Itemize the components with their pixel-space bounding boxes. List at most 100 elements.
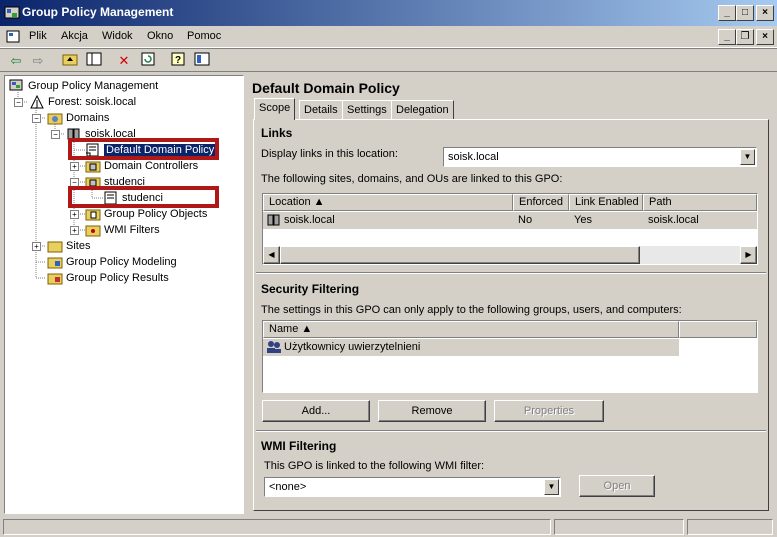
mmc-doc-icon[interactable]	[5, 29, 21, 45]
annotation-highlight	[68, 138, 219, 160]
collapse-toggle[interactable]: −	[51, 130, 60, 139]
tab-settings[interactable]: Settings	[342, 100, 392, 120]
cell-name: Użytkownicy uwierzytelnieni	[284, 341, 421, 353]
cell-path: soisk.local	[648, 214, 699, 226]
list-item[interactable]: Użytkownicy uwierzytelnieni	[263, 339, 679, 356]
expand-toggle[interactable]: +	[70, 162, 79, 171]
tree-item-domain-controllers[interactable]: Domain Controllers	[85, 158, 198, 174]
expand-toggle[interactable]: +	[70, 210, 79, 219]
up-folder-icon[interactable]	[60, 52, 80, 70]
menu-plik[interactable]: Plik	[29, 30, 47, 42]
column-header-path[interactable]: Path	[643, 194, 757, 211]
back-arrow-icon[interactable]: ⇦	[6, 52, 26, 70]
minimize-button[interactable]: _	[718, 5, 736, 21]
scroll-right-button[interactable]: ▶	[740, 246, 757, 264]
status-pane-main	[3, 519, 551, 535]
svg-text:?: ?	[175, 55, 181, 66]
close-button[interactable]: ×	[756, 5, 774, 21]
title-bar: Group Policy Management _ □ ×	[0, 0, 777, 26]
section-divider	[256, 430, 766, 432]
maximize-button[interactable]: □	[736, 5, 754, 21]
column-header-blank	[679, 321, 757, 338]
wmi-folder-icon	[85, 223, 101, 237]
refresh-icon[interactable]	[138, 52, 158, 70]
forward-arrow-icon[interactable]: ⇨	[28, 52, 48, 70]
wmi-filter-value: <none>	[269, 481, 307, 493]
console-tree[interactable]: Group Policy Management − Forest: soisk.…	[4, 75, 244, 514]
display-links-label: Display links in this location:	[261, 148, 398, 160]
status-pane-3	[687, 519, 773, 535]
horizontal-scrollbar[interactable]: ◀ ▶	[263, 246, 757, 264]
collapse-toggle[interactable]: −	[14, 98, 23, 107]
links-list[interactable]: Location ▲ Enforced Link Enabled Path so…	[262, 193, 758, 265]
delete-icon[interactable]: ✕	[114, 52, 134, 70]
menu-bar: Plik Akcja Widok Okno Pomoc _ ❐ ×	[0, 26, 777, 48]
location-dropdown[interactable]: soisk.local ▼	[443, 147, 757, 167]
column-header-enforced[interactable]: Enforced	[513, 194, 569, 211]
users-group-icon	[266, 340, 282, 354]
properties-button[interactable]: Properties	[494, 400, 604, 422]
menu-okno[interactable]: Okno	[147, 30, 173, 42]
child-close-button[interactable]: ×	[756, 29, 774, 45]
wmi-filter-dropdown[interactable]: <none> ▼	[264, 477, 561, 497]
chevron-down-icon[interactable]: ▼	[544, 479, 559, 495]
expand-toggle[interactable]: +	[70, 226, 79, 235]
cell-location: soisk.local	[284, 214, 335, 226]
modeling-icon	[47, 255, 63, 269]
gpmc-icon	[9, 79, 25, 93]
domain-icon	[266, 213, 282, 227]
gpmc-app-icon	[4, 5, 20, 21]
scroll-thumb[interactable]	[280, 246, 640, 264]
collapse-toggle[interactable]: −	[32, 114, 41, 123]
expand-toggle[interactable]: +	[32, 242, 41, 251]
show-hide-tree-icon[interactable]	[84, 52, 104, 70]
tree-label: Group Policy Modeling	[66, 256, 177, 268]
menu-akcja[interactable]: Akcja	[61, 30, 88, 42]
child-restore-button[interactable]: ❐	[736, 29, 754, 45]
scroll-left-button[interactable]: ◀	[263, 246, 280, 264]
tree-label: WMI Filters	[104, 224, 160, 236]
tree-label: Group Policy Results	[66, 272, 169, 284]
tree-item-gp-results[interactable]: Group Policy Results	[47, 270, 169, 286]
security-description: The settings in this GPO can only apply …	[261, 304, 682, 316]
tree-label: Forest: soisk.local	[48, 96, 137, 108]
chevron-down-icon[interactable]: ▼	[740, 149, 755, 165]
tree-item-wmi-filters[interactable]: WMI Filters	[85, 222, 160, 238]
menu-widok[interactable]: Widok	[102, 30, 133, 42]
tree-item-gpm-root[interactable]: Group Policy Management	[9, 78, 158, 94]
policy-title: Default Domain Policy	[252, 80, 400, 96]
properties-icon[interactable]	[192, 52, 212, 70]
add-button[interactable]: Add...	[262, 400, 370, 422]
tab-scope[interactable]: Scope	[254, 98, 296, 120]
help-icon[interactable]: ?	[168, 52, 188, 70]
tree-item-gp-modeling[interactable]: Group Policy Modeling	[47, 254, 177, 270]
column-header-name[interactable]: Name ▲	[263, 321, 679, 338]
remove-button[interactable]: Remove	[378, 400, 486, 422]
tab-delegation[interactable]: Delegation	[391, 100, 454, 120]
column-header-location[interactable]: Location ▲	[263, 194, 513, 211]
location-value: soisk.local	[448, 151, 499, 163]
gpo-folder-icon	[85, 207, 101, 221]
tab-details[interactable]: Details	[299, 100, 343, 120]
forest-icon	[29, 94, 45, 109]
tree-item-gpo-objects[interactable]: Group Policy Objects	[85, 206, 207, 222]
status-pane-2	[554, 519, 684, 535]
tree-item-sites[interactable]: Sites	[47, 238, 90, 254]
security-list[interactable]: Name ▲ Użytkownicy uwierzytelnieni	[262, 320, 758, 393]
tree-item-domains[interactable]: Domains	[47, 110, 109, 126]
open-button[interactable]: Open	[579, 475, 655, 497]
menu-pomoc[interactable]: Pomoc	[187, 30, 221, 42]
tree-label: Domain Controllers	[104, 160, 199, 172]
tree-item-forest[interactable]: Forest: soisk.local	[29, 94, 136, 110]
child-minimize-button[interactable]: _	[718, 29, 736, 45]
domains-folder-icon	[47, 111, 63, 125]
column-header-link-enabled[interactable]: Link Enabled	[569, 194, 643, 211]
tree-label: Group Policy Objects	[104, 208, 208, 220]
security-heading: Security Filtering	[261, 282, 360, 296]
links-description: The following sites, domains, and OUs ar…	[261, 173, 563, 185]
table-row[interactable]: soisk.local No Yes soisk.local	[263, 212, 757, 229]
window-title: Group Policy Management	[22, 5, 174, 19]
details-pane: Default Domain Policy Scope Details Sett…	[249, 75, 772, 514]
results-icon	[47, 271, 63, 285]
annotation-highlight	[68, 186, 219, 208]
